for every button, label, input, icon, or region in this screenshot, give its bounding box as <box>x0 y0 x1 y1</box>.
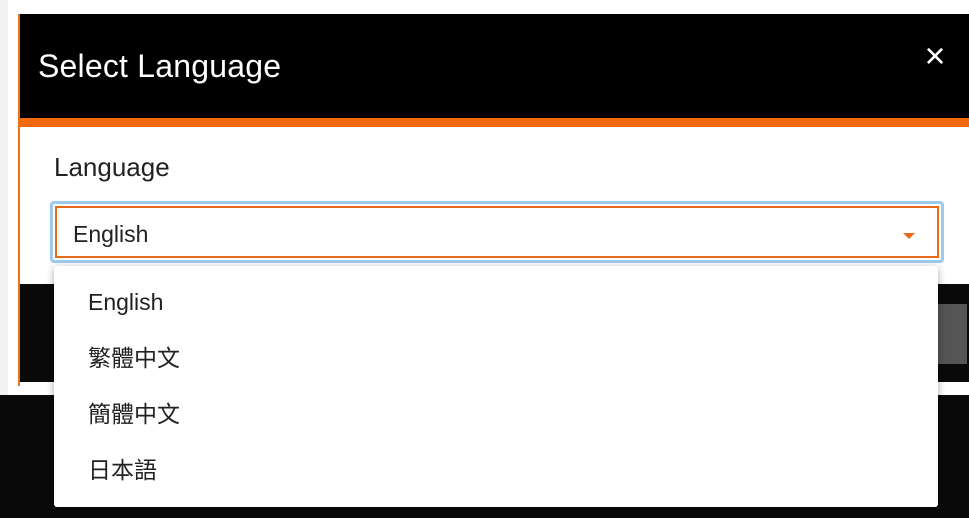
modal-title: Select Language <box>38 48 282 84</box>
modal-header: Select Language × <box>20 14 969 127</box>
language-field-label: Language <box>54 152 170 182</box>
caret-down-icon <box>903 233 915 239</box>
language-select-focus-ring: English <box>50 201 944 263</box>
dropdown-option-simplified-chinese[interactable]: 簡體中文 <box>54 386 938 442</box>
language-dropdown-menu: English 繁體中文 簡體中文 日本語 <box>54 266 938 507</box>
footer-button[interactable] <box>937 304 967 364</box>
dropdown-option-japanese[interactable]: 日本語 <box>54 442 938 498</box>
close-icon[interactable]: × <box>915 36 955 76</box>
dropdown-option-english[interactable]: English <box>54 274 938 330</box>
language-select[interactable]: English <box>55 206 939 258</box>
dropdown-option-traditional-chinese[interactable]: 繁體中文 <box>54 330 938 386</box>
language-select-value: English <box>73 221 149 247</box>
